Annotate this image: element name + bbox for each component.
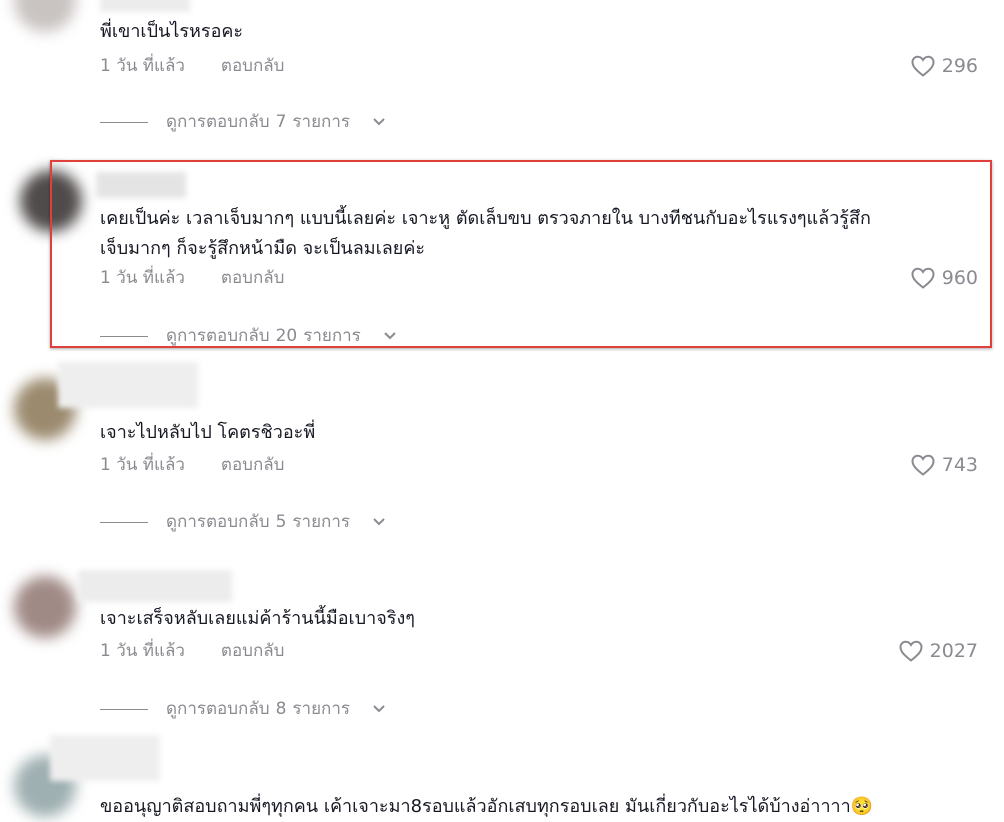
comment-meta: 1 วัน ที่แล้ว ตอบกลับ bbox=[100, 266, 284, 290]
view-replies-label: ดูการตอบกลับ bbox=[166, 512, 270, 532]
like-button[interactable]: 960 bbox=[910, 266, 978, 290]
reply-count: 5 bbox=[275, 512, 287, 532]
like-count: 296 bbox=[941, 55, 978, 77]
pleading-face-emoji: 🥺 bbox=[850, 796, 874, 817]
comment-item: ขออนุญาติสอบถามพี่ๆทุกคน เค้าเจาะมา8รอบแ… bbox=[0, 735, 1004, 822]
comment-meta: 1 วัน ที่แล้ว ตอบกลับ bbox=[100, 54, 284, 78]
comment-time: 1 วัน ที่แล้ว bbox=[100, 268, 185, 288]
view-replies-suffix: รายการ bbox=[303, 326, 361, 346]
comment-text: เคยเป็นค่ะ เวลาเจ็บมากๆ แบบนี้เลยค่ะ เจา… bbox=[100, 204, 964, 264]
view-replies-button[interactable]: ดูการตอบกลับ 8 รายการ bbox=[100, 697, 386, 721]
reply-button[interactable]: ตอบกลับ bbox=[221, 639, 285, 663]
username-blurred bbox=[58, 362, 198, 408]
username-blurred bbox=[96, 172, 186, 198]
avatar[interactable] bbox=[20, 170, 82, 232]
view-replies-label: ดูการตอบกลับ bbox=[166, 112, 270, 132]
comment-text: เจาะเสร็จหลับเลยแม่ค้าร้านนี้มือเบาจริงๆ bbox=[100, 608, 415, 629]
chevron-down-icon bbox=[384, 332, 396, 340]
reply-count: 20 bbox=[275, 326, 298, 346]
view-replies-suffix: รายการ bbox=[292, 512, 350, 532]
comment-time: 1 วัน ที่แล้ว bbox=[100, 56, 185, 76]
heart-outline-icon bbox=[899, 640, 923, 662]
reply-count: 8 bbox=[275, 699, 287, 719]
like-count: 960 bbox=[941, 267, 978, 289]
divider-line bbox=[100, 335, 148, 337]
view-replies-label: ดูการตอบกลับ bbox=[166, 699, 270, 719]
comment-list: พี่เขาเป็นไรหรอคะ 1 วัน ที่แล้ว ตอบกลับ … bbox=[0, 0, 1004, 822]
like-button[interactable]: 296 bbox=[910, 54, 978, 78]
view-replies-suffix: รายการ bbox=[292, 112, 350, 132]
username-blurred bbox=[100, 0, 190, 12]
heart-outline-icon bbox=[911, 454, 935, 476]
comment-time: 1 วัน ที่แล้ว bbox=[100, 641, 185, 661]
like-button[interactable]: 743 bbox=[910, 453, 978, 477]
chevron-down-icon bbox=[373, 705, 385, 713]
view-replies-button[interactable]: ดูการตอบกลับ 20 รายการ bbox=[100, 324, 397, 348]
comment-item: เจาะเสร็จหลับเลยแม่ค้าร้านนี้มือเบาจริงๆ… bbox=[0, 560, 1004, 730]
comment-text: พี่เขาเป็นไรหรอคะ bbox=[100, 21, 244, 42]
avatar[interactable] bbox=[14, 0, 76, 32]
view-replies-label: ดูการตอบกลับ bbox=[166, 326, 270, 346]
comment-text: เจาะไปหลับไป โคตรชิวอะพี่ bbox=[100, 422, 316, 443]
comment-item: พี่เขาเป็นไรหรอคะ 1 วัน ที่แล้ว ตอบกลับ … bbox=[0, 0, 1004, 150]
divider-line bbox=[100, 708, 148, 710]
comment-item: เคยเป็นค่ะ เวลาเจ็บมากๆ แบบนี้เลยค่ะ เจา… bbox=[0, 160, 1004, 350]
reply-button[interactable]: ตอบกลับ bbox=[221, 453, 285, 477]
reply-count: 7 bbox=[275, 112, 287, 132]
view-replies-suffix: รายการ bbox=[292, 699, 350, 719]
username-blurred bbox=[78, 570, 232, 602]
divider-line bbox=[100, 121, 148, 123]
like-count: 2027 bbox=[929, 640, 978, 662]
username-blurred bbox=[50, 735, 160, 781]
reply-button[interactable]: ตอบกลับ bbox=[221, 54, 285, 78]
comment-meta: 1 วัน ที่แล้ว ตอบกลับ bbox=[100, 453, 284, 477]
divider-line bbox=[100, 521, 148, 523]
chevron-down-icon bbox=[373, 518, 385, 526]
comment-item: เจาะไปหลับไป โคตรชิวอะพี่ 1 วัน ที่แล้ว … bbox=[0, 360, 1004, 540]
heart-outline-icon bbox=[911, 267, 935, 289]
chevron-down-icon bbox=[373, 118, 385, 126]
like-button[interactable]: 2027 bbox=[898, 639, 978, 663]
comment-text-body: ขออนุญาติสอบถามพี่ๆทุกคน เค้าเจาะมา8รอบแ… bbox=[100, 796, 851, 817]
comment-text: ขออนุญาติสอบถามพี่ๆทุกคน เค้าเจาะมา8รอบแ… bbox=[100, 792, 964, 822]
comment-text-line-1: เคยเป็นค่ะ เวลาเจ็บมากๆ แบบนี้เลยค่ะ เจา… bbox=[100, 208, 871, 229]
reply-button[interactable]: ตอบกลับ bbox=[221, 266, 285, 290]
comment-meta: 1 วัน ที่แล้ว ตอบกลับ bbox=[100, 639, 284, 663]
avatar[interactable] bbox=[14, 576, 76, 638]
comment-time: 1 วัน ที่แล้ว bbox=[100, 455, 185, 475]
heart-outline-icon bbox=[911, 55, 935, 77]
view-replies-button[interactable]: ดูการตอบกลับ 5 รายการ bbox=[100, 510, 386, 534]
comment-text-line-2: เจ็บมากๆ ก็จะรู้สึกหน้ามืด จะเป็นลมเลยค่… bbox=[100, 238, 426, 259]
view-replies-button[interactable]: ดูการตอบกลับ 7 รายการ bbox=[100, 110, 386, 134]
like-count: 743 bbox=[941, 454, 978, 476]
